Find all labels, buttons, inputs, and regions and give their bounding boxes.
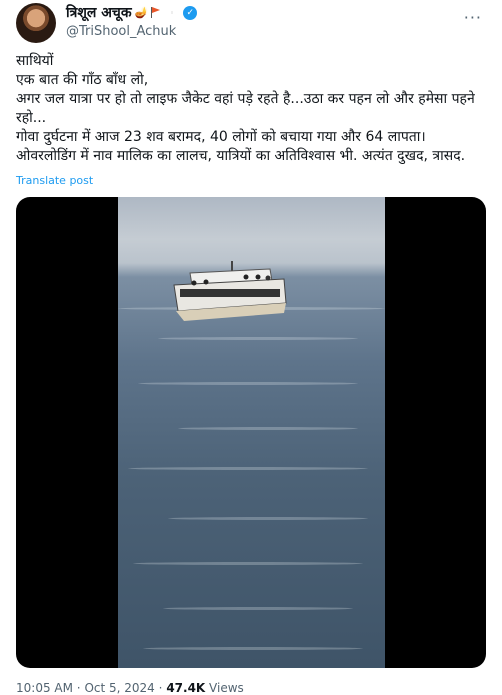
views-count: 47.4K (166, 681, 206, 695)
author-name-row: त्रिशूल अचूक 🪔 ✓ (66, 3, 198, 22)
translate-post-link[interactable]: Translate post (16, 174, 93, 187)
diya-icon: 🪔 (134, 6, 149, 19)
india-flag-icon (164, 7, 180, 18)
video-player[interactable] (16, 197, 486, 668)
views-label: Views (209, 681, 244, 695)
tilted-boat-image (173, 261, 287, 321)
post-date[interactable]: Oct 5, 2024 (84, 681, 154, 695)
video-frame (118, 197, 385, 668)
saffron-flag-icon (151, 7, 161, 18)
author-handle[interactable]: @TriShool_Achuk (66, 24, 176, 39)
tweet-text: साथियों एक बात की गाँठ बाँध लो, अगर जल य… (16, 53, 475, 164)
post-metadata: 10:05 AM · Oct 5, 2024 · 47.4K Views (16, 681, 244, 695)
more-options-icon[interactable]: ··· (464, 8, 482, 27)
verified-badge-icon[interactable]: ✓ (183, 5, 198, 20)
author-display-name[interactable]: त्रिशूल अचूक (66, 3, 132, 22)
post-time[interactable]: 10:05 AM (16, 681, 73, 695)
avatar[interactable] (16, 3, 56, 43)
